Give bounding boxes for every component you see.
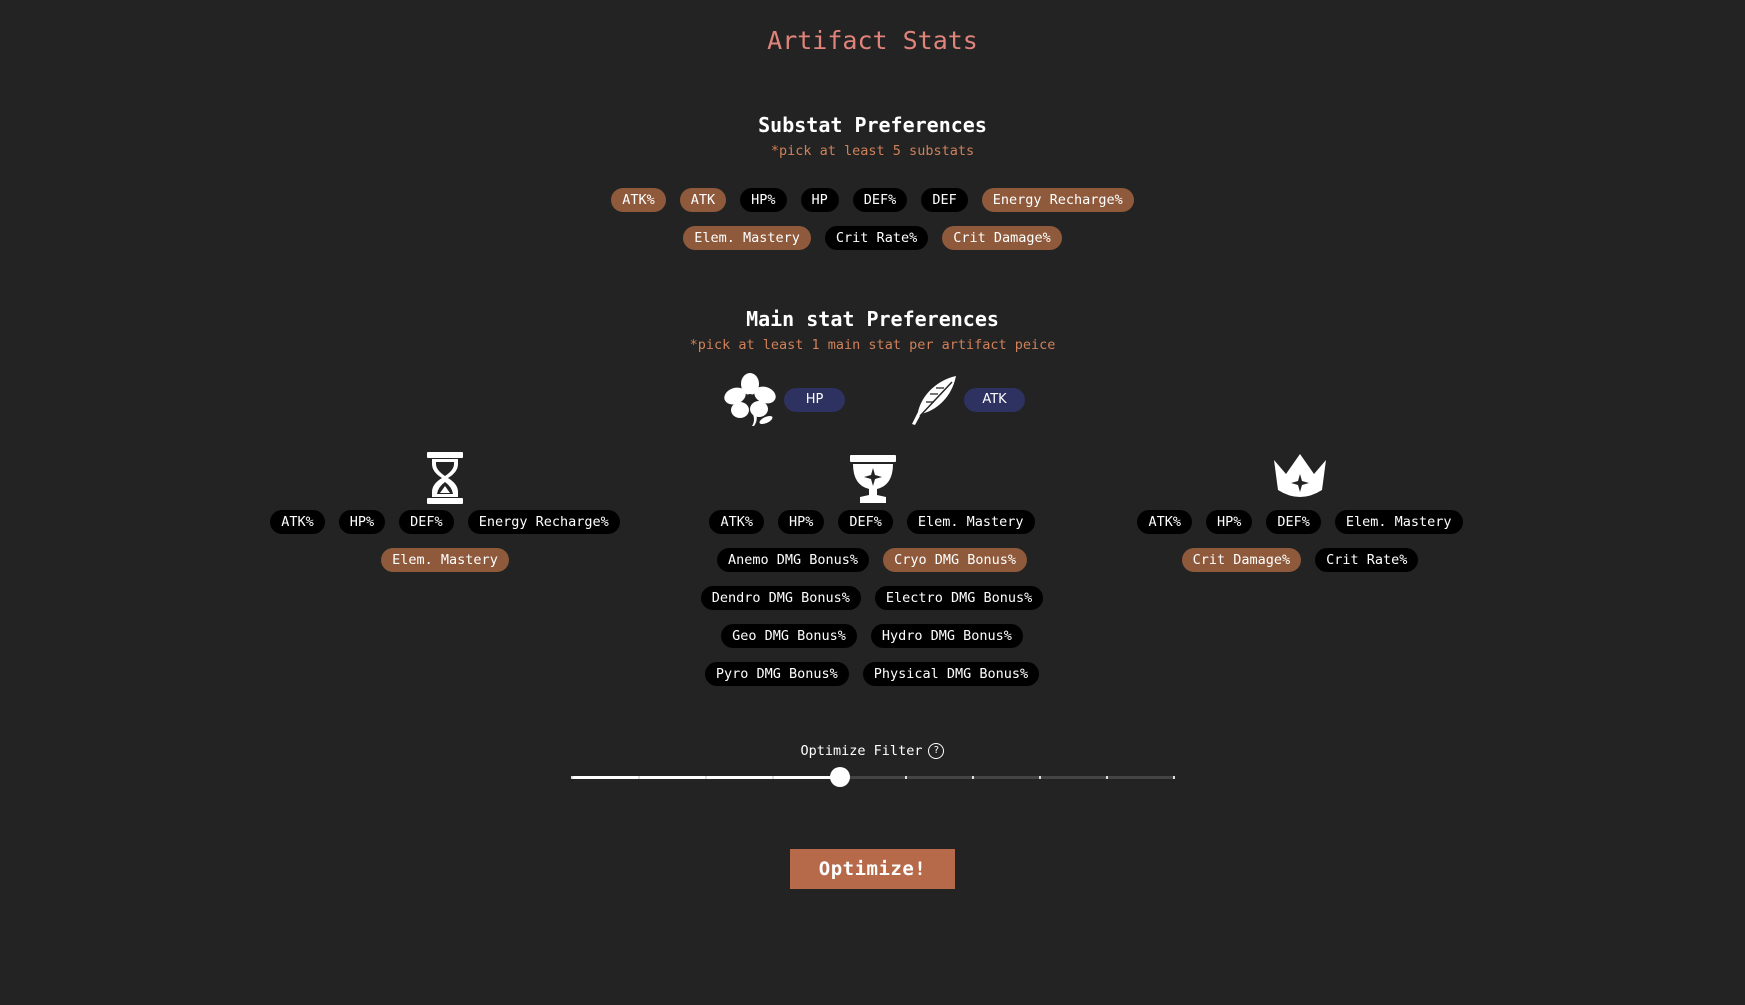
slider-tick <box>1173 776 1175 779</box>
circlet-crit-damage-pct-toggle[interactable]: Crit Damage% <box>1181 548 1302 572</box>
optimize-filter-label: Optimize Filter <box>800 743 923 759</box>
substat-elem-mastery-toggle[interactable]: Elem. Mastery <box>683 226 811 250</box>
slider-tick <box>571 776 573 779</box>
goblet-row: Pyro DMG Bonus% Physical DMG Bonus% <box>704 662 1040 686</box>
substat-hp-toggle[interactable]: HP <box>800 188 839 212</box>
sands-energy-recharge-pct-toggle[interactable]: Energy Recharge% <box>467 510 620 534</box>
slider-tick <box>972 776 974 779</box>
slider-tick <box>638 776 640 779</box>
flower-hp-button[interactable]: HP <box>784 388 845 412</box>
question-mark-icon[interactable]: ? <box>928 743 945 759</box>
substat-atk-toggle[interactable]: ATK <box>679 188 727 212</box>
goblet-hydro-dmg-bonus-pct-toggle[interactable]: Hydro DMG Bonus% <box>870 624 1023 648</box>
goblet-row: Anemo DMG Bonus% Cryo DMG Bonus% <box>717 548 1027 572</box>
goblet-anemo-dmg-bonus-pct-toggle[interactable]: Anemo DMG Bonus% <box>717 548 870 572</box>
optimize-filter-slider[interactable] <box>571 767 1175 787</box>
goblet-row: Geo DMG Bonus% Hydro DMG Bonus% <box>721 624 1023 648</box>
circlet-hp-pct-toggle[interactable]: HP% <box>1205 510 1253 534</box>
goblet-cryo-dmg-bonus-pct-toggle[interactable]: Cryo DMG Bonus% <box>883 548 1027 572</box>
slider-tick <box>772 776 774 779</box>
mainstat-note: *pick at least 1 main stat per artifact … <box>689 337 1056 353</box>
goblet-icon <box>850 455 896 503</box>
goblet-row: ATK% HP% DEF% Elem. Mastery <box>709 510 1035 534</box>
flower-icon <box>724 373 776 426</box>
crown-icon <box>1274 454 1326 497</box>
circlet-crit-rate-pct-toggle[interactable]: Crit Rate% <box>1315 548 1419 572</box>
optimize-filter-label-wrap: Optimize Filter? <box>0 743 1745 759</box>
goblet-hp-pct-toggle[interactable]: HP% <box>777 510 825 534</box>
substat-crit-damage-pct-toggle[interactable]: Crit Damage% <box>942 226 1062 250</box>
goblet-physical-dmg-bonus-pct-toggle[interactable]: Physical DMG Bonus% <box>862 662 1040 686</box>
goblet-atk-pct-toggle[interactable]: ATK% <box>709 510 764 534</box>
slider-thumb[interactable] <box>830 767 850 787</box>
substat-row-1: ATK% ATK HP% HP DEF% DEF Energy Recharge% <box>0 188 1745 212</box>
sands-elem-mastery-toggle[interactable]: Elem. Mastery <box>381 548 509 572</box>
slider-tick <box>705 776 707 779</box>
goblet-pyro-dmg-bonus-pct-toggle[interactable]: Pyro DMG Bonus% <box>704 662 849 686</box>
hourglass-icon <box>427 452 463 504</box>
sands-hp-pct-toggle[interactable]: HP% <box>338 510 386 534</box>
optimize-button[interactable]: Optimize! <box>790 849 955 889</box>
circlet-row: ATK% HP% DEF% Elem. Mastery <box>1137 510 1463 534</box>
substat-energy-recharge-pct-toggle[interactable]: Energy Recharge% <box>981 188 1134 212</box>
substat-def-pct-toggle[interactable]: DEF% <box>852 188 908 212</box>
goblet-geo-dmg-bonus-pct-toggle[interactable]: Geo DMG Bonus% <box>721 624 857 648</box>
goblet-def-pct-toggle[interactable]: DEF% <box>838 510 893 534</box>
circlet-elem-mastery-toggle[interactable]: Elem. Mastery <box>1334 510 1463 534</box>
substat-hp-pct-toggle[interactable]: HP% <box>740 188 787 212</box>
circlet-atk-pct-toggle[interactable]: ATK% <box>1137 510 1192 534</box>
circlet-row: Crit Damage% Crit Rate% <box>1181 548 1419 572</box>
plume-atk-button[interactable]: ATK <box>964 388 1025 412</box>
circlet-stats: ATK% HP% DEF% Elem. Mastery Crit Damage% Crit… <box>1105 510 1495 572</box>
sands-stats: ATK% HP% DEF% Energy Recharge% Elem. Mastery <box>250 510 640 572</box>
substat-row-2: Elem. Mastery Crit Rate% Crit Damage% <box>0 226 1745 250</box>
slider-tick <box>1039 776 1041 779</box>
substat-crit-rate-pct-toggle[interactable]: Crit Rate% <box>824 226 929 250</box>
sands-row: Elem. Mastery <box>381 548 509 572</box>
goblet-electro-dmg-bonus-pct-toggle[interactable]: Electro DMG Bonus% <box>874 586 1044 610</box>
sands-row: ATK% HP% DEF% Energy Recharge% <box>270 510 620 534</box>
mainstat-heading: Main stat Preferences <box>746 307 999 331</box>
goblet-dendro-dmg-bonus-pct-toggle[interactable]: Dendro DMG Bonus% <box>700 586 861 610</box>
sands-def-pct-toggle[interactable]: DEF% <box>399 510 454 534</box>
substat-def-toggle[interactable]: DEF <box>921 188 968 212</box>
page-title: Artifact Stats <box>767 26 978 55</box>
goblet-row: Dendro DMG Bonus% Electro DMG Bonus% <box>700 586 1044 610</box>
sands-atk-pct-toggle[interactable]: ATK% <box>270 510 325 534</box>
substat-note: *pick at least 5 substats <box>770 143 975 159</box>
substat-heading: Substat Preferences <box>758 113 987 137</box>
substat-atk-pct-toggle[interactable]: ATK% <box>611 188 666 212</box>
circlet-def-pct-toggle[interactable]: DEF% <box>1266 510 1321 534</box>
slider-tick <box>1106 776 1108 779</box>
feather-icon <box>912 376 956 425</box>
goblet-stats: ATK% HP% DEF% Elem. Mastery Anemo DMG Bonus%… <box>672 510 1072 686</box>
goblet-elem-mastery-toggle[interactable]: Elem. Mastery <box>906 510 1035 534</box>
slider-tick <box>905 776 907 779</box>
